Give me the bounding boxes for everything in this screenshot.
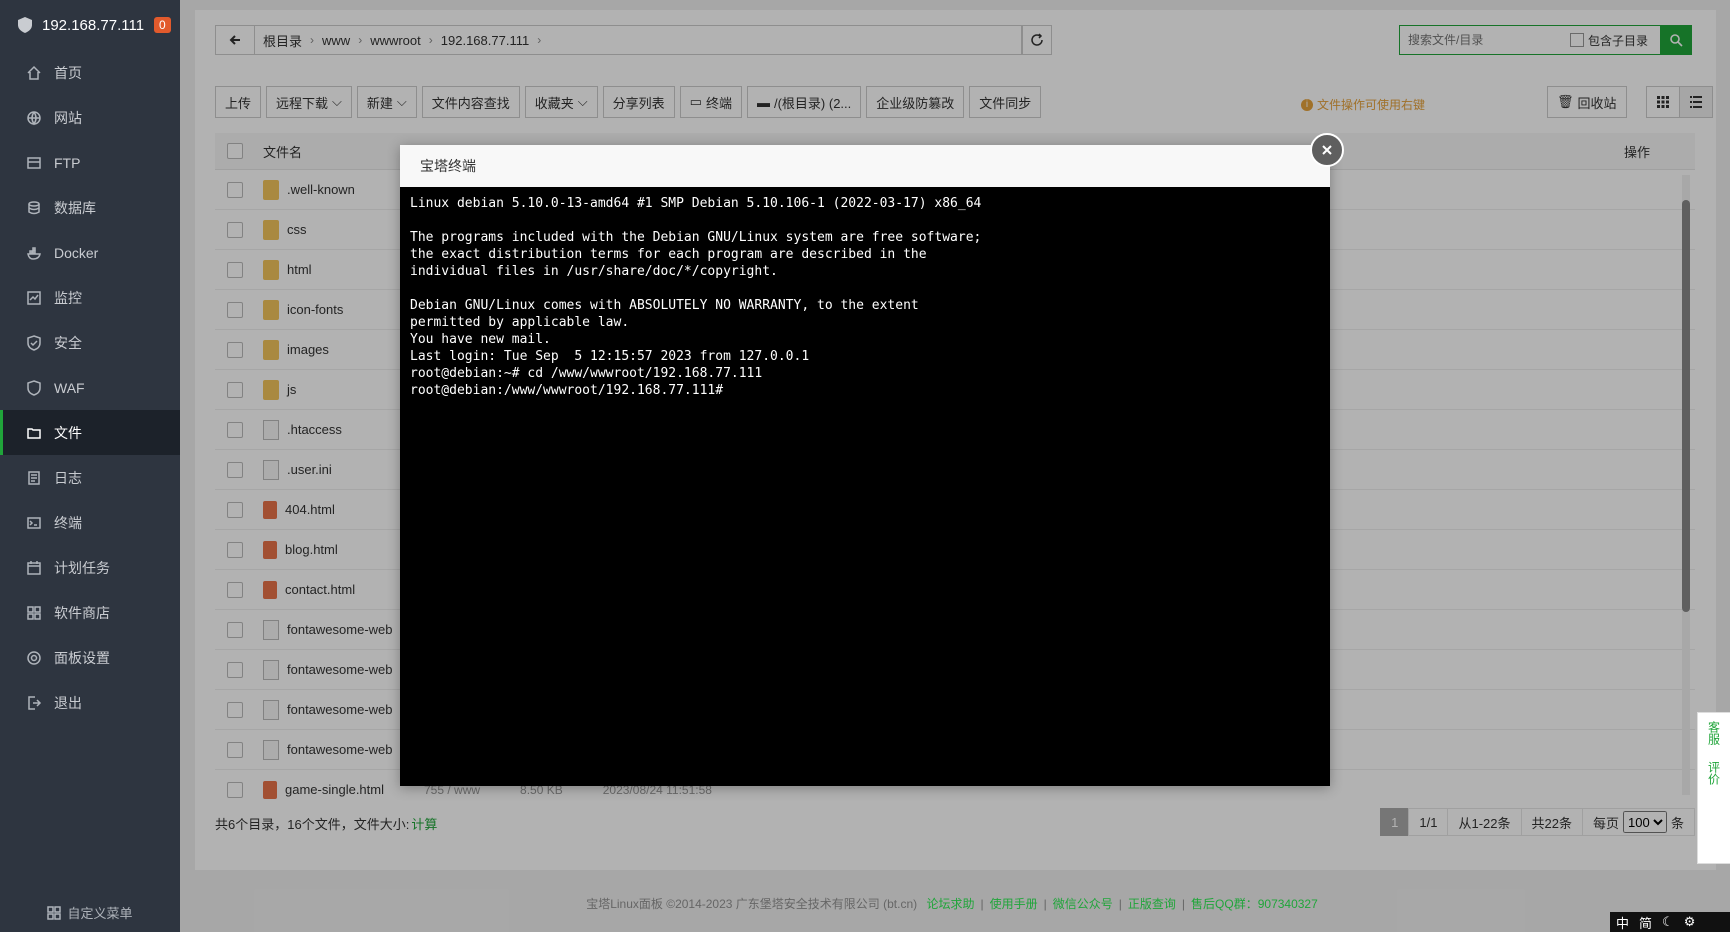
monitor-icon (27, 290, 41, 305)
link-separator: | (1181, 897, 1186, 911)
customer-service-button[interactable]: 客服 (1706, 713, 1723, 753)
sidebar-item-4[interactable]: Docker (0, 230, 180, 275)
terminal-dialog: 宝塔终端 Linux debian 5.10.0-13-amd64 #1 SMP… (400, 133, 1344, 786)
sidebar-item-9[interactable]: 日志 (0, 455, 180, 500)
docker-icon (27, 246, 41, 260)
sidebar-item-14[interactable]: 退出 (0, 680, 180, 725)
ime-language-bar[interactable]: 中 简 ☾ ⚙ (1610, 912, 1730, 932)
sidebar-item-label: 软件商店 (54, 604, 110, 621)
copyright-footer: 宝塔Linux面板 ©2014-2023 广东堡塔安全技术有限公司 (bt.cn… (180, 895, 1730, 912)
database-icon (28, 200, 40, 214)
sidebar-item-1[interactable]: 网站 (0, 95, 180, 140)
ftp-icon (27, 156, 41, 169)
log-icon (28, 470, 40, 485)
link-separator: | (1043, 897, 1047, 911)
sidebar-item-13[interactable]: 面板设置 (0, 635, 180, 680)
sidebar-item-label: 文件 (54, 424, 82, 441)
footer-link[interactable]: 正版查询 (1128, 897, 1176, 911)
sidebar-item-label: 网站 (54, 109, 82, 126)
calendar-icon (27, 560, 41, 575)
terminal-output[interactable]: Linux debian 5.10.0-13-amd64 #1 SMP Debi… (400, 187, 1330, 786)
footer-link[interactable]: 论坛求助 (926, 897, 974, 911)
dialog-title: 宝塔终端 (400, 145, 1330, 187)
sidebar-item-label: FTP (54, 154, 81, 171)
sidebar-item-10[interactable]: 终端 (0, 500, 180, 545)
custom-menu-label: 自定义菜单 (67, 906, 133, 921)
sidebar-item-label: 日志 (54, 469, 82, 486)
sidebar-item-11[interactable]: 计划任务 (0, 545, 180, 590)
apps-icon (27, 605, 41, 620)
sidebar-item-0[interactable]: 首页 (0, 50, 180, 95)
sidebar-item-label: Docker (54, 244, 99, 261)
shield-icon (27, 334, 41, 351)
moon-icon: ☾ (1662, 914, 1674, 929)
close-button[interactable] (1310, 133, 1344, 167)
sidebar-item-6[interactable]: 安全 (0, 320, 180, 365)
sidebar: 192.168.77.111 0 首页网站 FTP 数据库 Docker 监控安全 WAF… (0, 0, 180, 932)
notification-badge[interactable]: 0 (154, 17, 171, 33)
logout-icon (28, 695, 42, 710)
sidebar-item-label: 首页 (54, 64, 82, 81)
footer-link[interactable]: 售后QQ群：907340327 (1191, 897, 1318, 911)
side-help-panel: 客服 评价 (1697, 712, 1730, 864)
footer-link[interactable]: 使用手册 (990, 897, 1038, 911)
lang-zh[interactable]: 中 (1616, 913, 1629, 932)
sidebar-item-label: 退出 (54, 694, 82, 711)
sidebar-item-label: WAF (54, 379, 85, 396)
sidebar-item-label: 面板设置 (54, 649, 110, 666)
review-button[interactable]: 评价 (1706, 753, 1723, 793)
sidebar-item-5[interactable]: 监控 (0, 275, 180, 320)
close-icon (1322, 145, 1332, 155)
sidebar-item-3[interactable]: 数据库 (0, 185, 180, 230)
gear-icon: ⚙ (1683, 914, 1696, 929)
custom-menu-button[interactable]: 自定义菜单 (0, 903, 180, 922)
copyright-text: 宝塔Linux面板 ©2014-2023 广东堡塔安全技术有限公司 (bt.cn… (586, 897, 918, 911)
gear-icon (27, 650, 41, 665)
server-host: 192.168.77.111 (42, 16, 145, 34)
home-icon (27, 65, 41, 80)
grid-icon (47, 905, 62, 920)
globe-icon (27, 110, 41, 125)
sidebar-header: 192.168.77.111 0 (0, 0, 180, 50)
folder-icon (27, 427, 41, 439)
link-separator: | (980, 897, 984, 911)
sidebar-item-label: 监控 (54, 289, 82, 306)
panel-logo-icon (18, 17, 32, 33)
terminal-icon (27, 516, 41, 529)
sidebar-item-label: 安全 (54, 334, 82, 351)
footer-link[interactable]: 微信公众号 (1053, 897, 1113, 911)
sidebar-item-2[interactable]: FTP (0, 140, 180, 185)
sidebar-item-label: 数据库 (54, 199, 96, 216)
link-separator: | (1118, 897, 1122, 911)
sidebar-item-label: 计划任务 (54, 559, 110, 576)
sidebar-item-8[interactable]: 文件 (0, 410, 180, 455)
sidebar-item-12[interactable]: 软件商店 (0, 590, 180, 635)
lang-simplified[interactable]: 简 (1639, 913, 1652, 932)
waf-icon (27, 379, 41, 396)
sidebar-item-7[interactable]: WAF (0, 365, 180, 410)
sidebar-item-label: 终端 (54, 514, 82, 531)
